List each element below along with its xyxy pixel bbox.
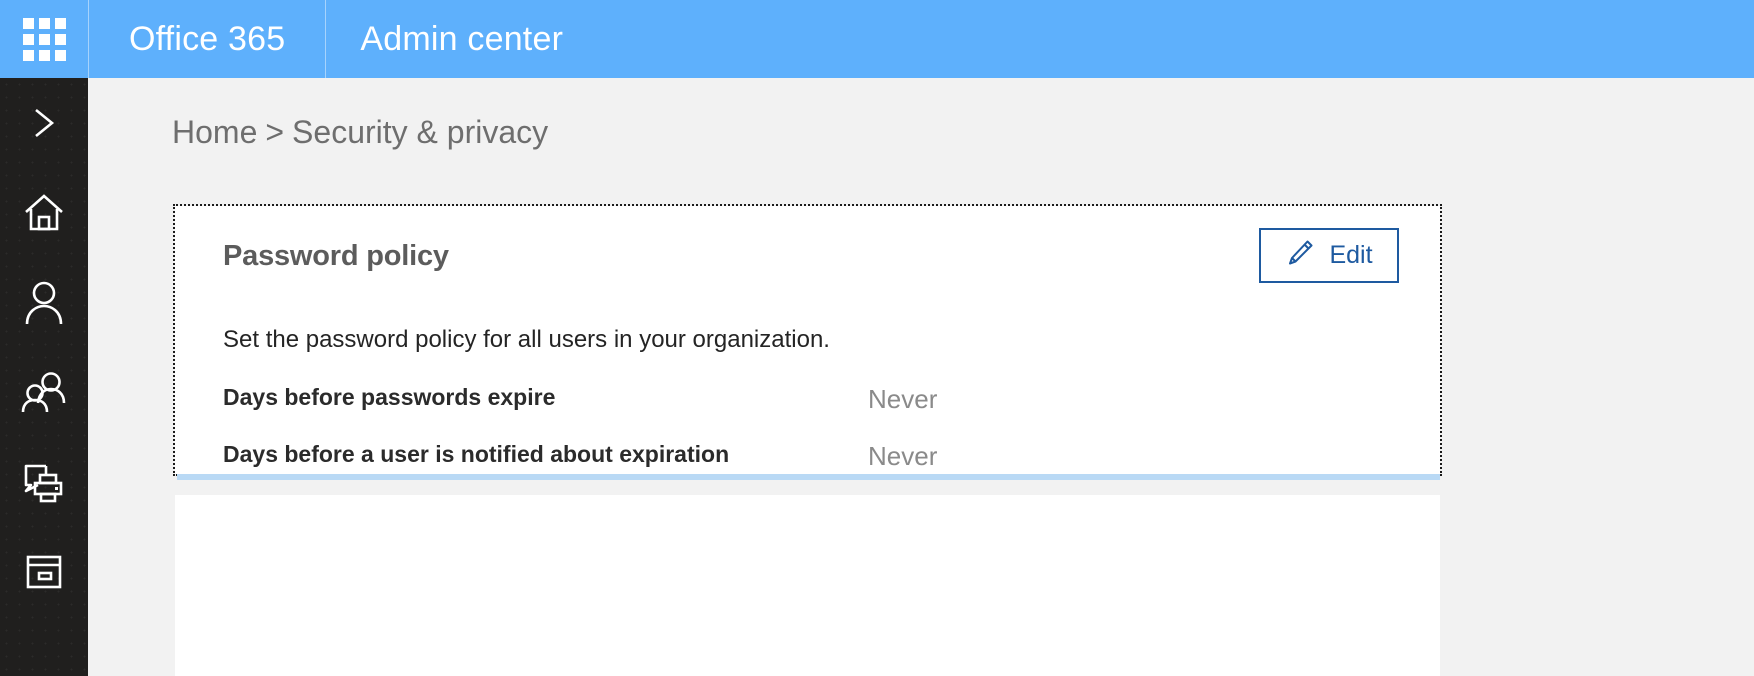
password-policy-card[interactable]: Password policy Edit Set the password po… [173,204,1442,476]
policy-value-expire: Never [868,384,938,414]
billing-card-icon [22,553,66,593]
nav-item-expand-nav[interactable] [0,78,88,168]
people-group-icon [20,371,68,415]
main-content-area: Home > Security & privacy Password policy … [88,78,1754,676]
card-bottom-accent-bar [177,474,1440,480]
policy-row-notify: Days before a user is notified about exp… [223,441,1323,472]
policy-row-expire: Days before passwords expire Never [223,384,1323,415]
app-name-label: Admin center [360,20,564,58]
edit-button[interactable]: Edit [1259,228,1399,283]
left-navigation-rail [0,78,88,676]
app-launcher-button[interactable] [0,0,88,78]
device-printer-icon [20,461,68,505]
nav-item-home[interactable] [0,168,88,258]
nav-item-groups[interactable] [0,348,88,438]
policy-value-notify: Never [868,441,938,471]
pencil-edit-icon [1285,238,1315,273]
nav-item-resources[interactable] [0,438,88,528]
edit-button-label: Edit [1329,241,1373,269]
breadcrumb: Home > Security & privacy [172,114,548,151]
policy-label-expire: Days before passwords expire [223,384,556,410]
chevron-right-icon [27,103,61,143]
next-card-partial[interactable] [175,495,1440,676]
suite-brand-label[interactable]: Office 365 [89,0,325,78]
card-description: Set the password policy for all users in… [223,326,830,353]
suite-header-bar: Office 365 Admin center [0,0,1754,78]
person-icon [23,280,65,326]
breadcrumb-current: Security & privacy [292,114,549,150]
nav-item-users[interactable] [0,258,88,348]
home-icon [22,192,66,234]
breadcrumb-separator: > [265,114,285,150]
breadcrumb-home-link[interactable]: Home [172,114,257,150]
card-title: Password policy [223,240,449,272]
nav-item-billing[interactable] [0,528,88,618]
policy-label-notify: Days before a user is notified about exp… [223,441,730,467]
app-launcher-waffle-icon [22,17,66,61]
